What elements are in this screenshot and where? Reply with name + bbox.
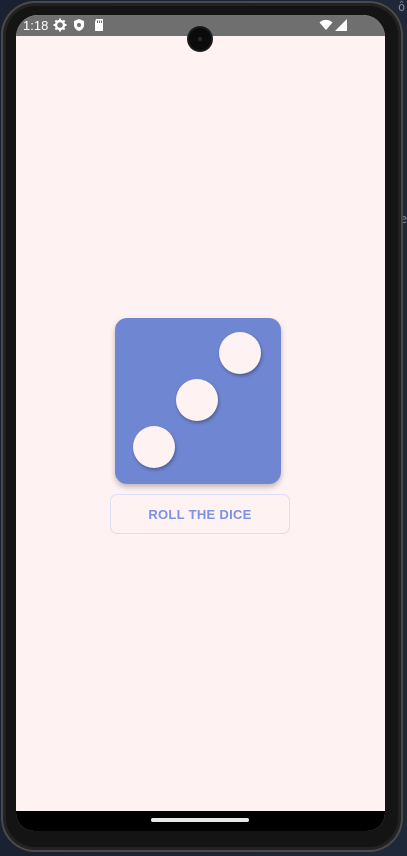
dice-pip: [176, 379, 218, 421]
dice-image: [115, 318, 281, 484]
sd-card-icon: [95, 19, 103, 31]
dice-pip: [133, 426, 175, 468]
navigation-bar: [16, 811, 385, 831]
phone-frame: 1:18 ROLL THE DICE: [1, 1, 403, 852]
home-gesture-handle[interactable]: [151, 818, 249, 822]
shield-icon: [74, 19, 84, 31]
phone-screen: 1:18 ROLL THE DICE: [16, 15, 385, 831]
backdrop-glyph: ô: [398, 0, 406, 14]
status-time: 1:18: [23, 18, 49, 33]
front-camera: [189, 28, 211, 50]
gear-icon: [53, 18, 67, 32]
wifi-icon: [319, 19, 333, 30]
signal-icon: [335, 19, 347, 31]
dice-pip: [219, 332, 261, 374]
roll-dice-button[interactable]: ROLL THE DICE: [110, 494, 290, 534]
